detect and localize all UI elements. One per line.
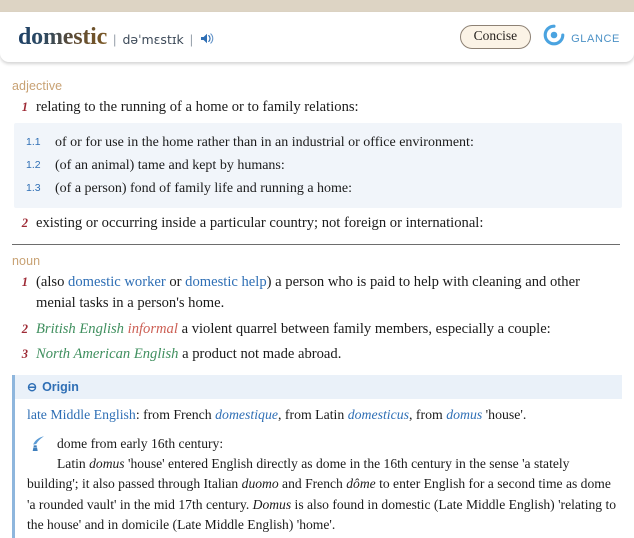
section-divider bbox=[12, 244, 620, 246]
note-word-domus: domus bbox=[89, 456, 125, 472]
note-link-domicile[interactable]: domicile bbox=[122, 517, 170, 532]
header-actions: Concise GLANCE bbox=[459, 24, 620, 51]
subsense-1-1: 1.1 of or for use in the home rather tha… bbox=[26, 132, 614, 153]
headword-group: domestic | dəˈmɛstɪk | bbox=[18, 24, 460, 51]
origin-title: Origin bbox=[42, 379, 79, 394]
etymology-text-3: , from bbox=[409, 406, 447, 422]
sense-definition: existing or occurring inside a particula… bbox=[36, 215, 484, 232]
sense-definition: North American English a product not mad… bbox=[36, 344, 622, 365]
phonetic-transcription: dəˈmɛstɪk bbox=[122, 31, 184, 47]
etymology-word-1: domestique bbox=[215, 406, 278, 422]
etymology-text-2: , from Latin bbox=[277, 406, 348, 422]
subsense-number: 1.3 bbox=[26, 182, 41, 195]
brand-name: GLANCE bbox=[571, 28, 620, 46]
sense-number: 3 bbox=[21, 346, 28, 361]
sense-number: 2 bbox=[21, 216, 28, 231]
subsense-block: 1.1 of or for use in the home rather tha… bbox=[14, 123, 622, 209]
sense-number: 2 bbox=[21, 321, 28, 336]
quill-icon bbox=[30, 435, 46, 453]
cross-reference-link-domestic-worker[interactable]: domestic worker bbox=[68, 274, 166, 290]
headword-separator-1: | bbox=[113, 31, 117, 47]
subsense-definition: (of a person) fond of family life and ru… bbox=[55, 181, 353, 197]
subsense-1-3: 1.3 (of a person) fond of family life an… bbox=[26, 178, 614, 199]
note-headword[interactable]: dome bbox=[57, 436, 87, 451]
etymology-word-3: domus bbox=[446, 406, 483, 422]
etymology-period: late Middle English bbox=[27, 406, 136, 422]
speaker-icon[interactable] bbox=[200, 32, 215, 45]
etymology-text-1: : from French bbox=[135, 406, 216, 422]
origin-body: late Middle English: from French domesti… bbox=[15, 399, 622, 538]
cross-reference-link-domestic-help[interactable]: domestic help bbox=[185, 274, 266, 290]
subsense-1-2: 1.2 (of an animal) tame and kept by huma… bbox=[26, 155, 614, 176]
note-word-dome-fr: dôme bbox=[346, 476, 376, 492]
note-text-1: Latin bbox=[57, 456, 90, 472]
origin-section: ⊖ Origin late Middle English: from Frenc… bbox=[12, 374, 622, 538]
region-label: North American English bbox=[36, 345, 179, 362]
note-text-5: is also found in bbox=[291, 496, 382, 512]
etymology-line: late Middle English: from French domesti… bbox=[27, 405, 618, 426]
concise-button[interactable]: Concise bbox=[459, 25, 532, 49]
note-link-domestic[interactable]: domestic bbox=[381, 497, 430, 512]
subsense-definition: of or for use in the home rather than in… bbox=[55, 135, 474, 151]
sense-definition: British English informal a violent quarr… bbox=[36, 319, 622, 340]
sense-definition-text: a product not made abroad. bbox=[182, 345, 342, 362]
sense-noun-3: 3 North American English a product not m… bbox=[10, 344, 622, 365]
entry-content: adjective 1 relating to the running of a… bbox=[0, 70, 634, 538]
sense-number: 1 bbox=[21, 100, 28, 114]
sense-adjective-2: 2 existing or occurring inside a particu… bbox=[10, 213, 622, 234]
etymology-text-4: 'house'. bbox=[482, 406, 527, 422]
top-accent-strip bbox=[0, 0, 634, 12]
headword-separator-2: | bbox=[189, 31, 194, 47]
also-prefix: (also bbox=[36, 274, 69, 291]
note-body: Latin domus 'house' entered English dire… bbox=[27, 454, 618, 536]
note-heading-rest: from early 16th century: bbox=[87, 435, 224, 451]
etymology-word-2: domesticus bbox=[347, 406, 410, 422]
brand-logo[interactable]: GLANCE bbox=[543, 24, 620, 51]
note-heading: dome from early 16th century: bbox=[27, 434, 618, 454]
sense-noun-1: 1 (also domestic worker or domestic help… bbox=[10, 272, 622, 314]
sense-number: 1 bbox=[21, 275, 28, 290]
also-suffix: ) bbox=[266, 274, 276, 291]
sense-definition: (also domestic worker or domestic help) … bbox=[36, 272, 622, 314]
sense-definition-text: a violent quarrel between family members… bbox=[181, 320, 551, 337]
sense-definition: relating to the running of a home or to … bbox=[36, 99, 359, 115]
page-title: domestic bbox=[18, 23, 108, 50]
sense-adjective-1: 1 relating to the running of a home or t… bbox=[10, 97, 622, 118]
register-label: informal bbox=[127, 320, 178, 337]
word-origin-note: dome from early 16th century: Latin domu… bbox=[27, 434, 618, 536]
part-of-speech-adjective: adjective bbox=[12, 79, 63, 93]
collapse-icon[interactable]: ⊖ bbox=[27, 381, 37, 393]
glance-logo-icon bbox=[543, 24, 565, 51]
entry-header-card: domestic | dəˈmɛstɪk | Concise GLANCE bbox=[0, 12, 634, 62]
subsense-number: 1.1 bbox=[26, 136, 41, 149]
origin-toggle[interactable]: ⊖ Origin bbox=[15, 374, 622, 399]
sense-noun-2: 2 British English informal a violent qua… bbox=[10, 319, 622, 340]
part-of-speech-noun: noun bbox=[12, 254, 41, 269]
conjunction: or bbox=[165, 274, 186, 291]
region-label: British English bbox=[36, 320, 124, 337]
note-text-7: (Late Middle English) 'home'. bbox=[169, 517, 336, 533]
note-text-3: and French bbox=[278, 476, 347, 492]
subsense-number: 1.2 bbox=[26, 159, 41, 172]
note-word-domus-2: Domus bbox=[252, 496, 292, 512]
subsense-definition: (of an animal) tame and kept by humans: bbox=[55, 158, 285, 174]
note-word-duomo: duomo bbox=[241, 476, 279, 492]
